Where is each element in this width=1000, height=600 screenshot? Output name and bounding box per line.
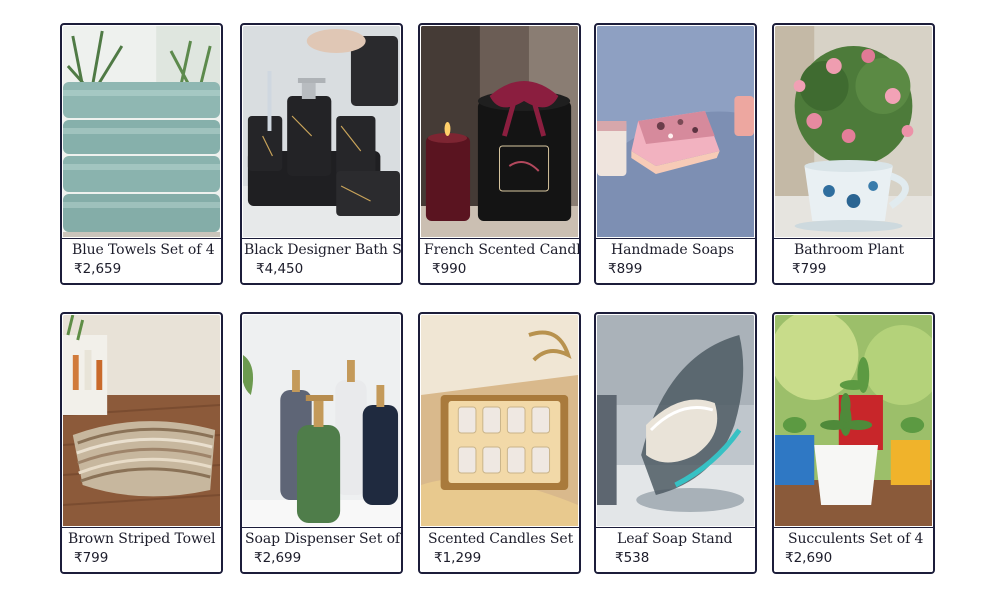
product-price: ₹2,690 (785, 550, 833, 566)
product-price: ₹2,659 (74, 261, 122, 277)
product-card-candle-set[interactable]: Scented Candles Set ₹1,299 (418, 312, 581, 574)
product-card-bath-set[interactable]: Black Designer Bath Set ₹4,450 (240, 23, 403, 285)
product-price: ₹1,299 (434, 550, 482, 566)
dispensers-image[interactable] (243, 315, 400, 526)
product-name[interactable]: Brown Striped Towel (68, 531, 216, 547)
striped-towel-image[interactable] (63, 315, 220, 526)
bath-set-image[interactable] (243, 26, 400, 237)
product-name[interactable]: Scented Candles Set (428, 531, 573, 547)
product-card-striped-towel[interactable]: Brown Striped Towel ₹799 (60, 312, 223, 574)
product-name[interactable]: French Scented Candles (424, 242, 579, 258)
product-name[interactable]: Succulents Set of 4 (788, 531, 923, 547)
product-card-blue-towels[interactable]: Blue Towels Set of 4 ₹2,659 (60, 23, 223, 285)
candles-image[interactable] (421, 26, 578, 237)
product-card-handmade-soaps[interactable]: Handmade Soaps ₹899 (594, 23, 757, 285)
product-name[interactable]: Handmade Soaps (611, 242, 734, 258)
product-price: ₹538 (615, 550, 650, 566)
product-name[interactable]: Soap Dispenser Set of 4 (245, 531, 401, 547)
product-card-soap-dispensers[interactable]: Soap Dispenser Set of 4 ₹2,699 (240, 312, 403, 574)
candle-set-image[interactable] (421, 315, 578, 526)
blue-towels-image[interactable] (63, 26, 220, 237)
soaps-image[interactable] (597, 26, 754, 237)
product-price: ₹799 (74, 550, 109, 566)
product-name[interactable]: Leaf Soap Stand (617, 531, 732, 547)
plant-image[interactable] (775, 26, 932, 237)
product-price: ₹899 (608, 261, 643, 277)
soap-stand-image[interactable] (597, 315, 754, 526)
product-card-succulents[interactable]: Succulents Set of 4 ₹2,690 (772, 312, 935, 574)
product-price: ₹2,699 (254, 550, 302, 566)
product-name[interactable]: Blue Towels Set of 4 (72, 242, 215, 258)
product-card-french-candles[interactable]: French Scented Candles ₹990 (418, 23, 581, 285)
product-name[interactable]: Black Designer Bath Set (244, 242, 401, 258)
product-grid: Blue Towels Set of 4 ₹2,659 Black Design… (0, 0, 1000, 600)
product-price: ₹4,450 (256, 261, 304, 277)
product-price: ₹799 (792, 261, 827, 277)
product-name[interactable]: Bathroom Plant (794, 242, 904, 258)
succulents-image[interactable] (775, 315, 932, 526)
product-card-leaf-soap-stand[interactable]: Leaf Soap Stand ₹538 (594, 312, 757, 574)
product-price: ₹990 (432, 261, 467, 277)
product-card-bathroom-plant[interactable]: Bathroom Plant ₹799 (772, 23, 935, 285)
